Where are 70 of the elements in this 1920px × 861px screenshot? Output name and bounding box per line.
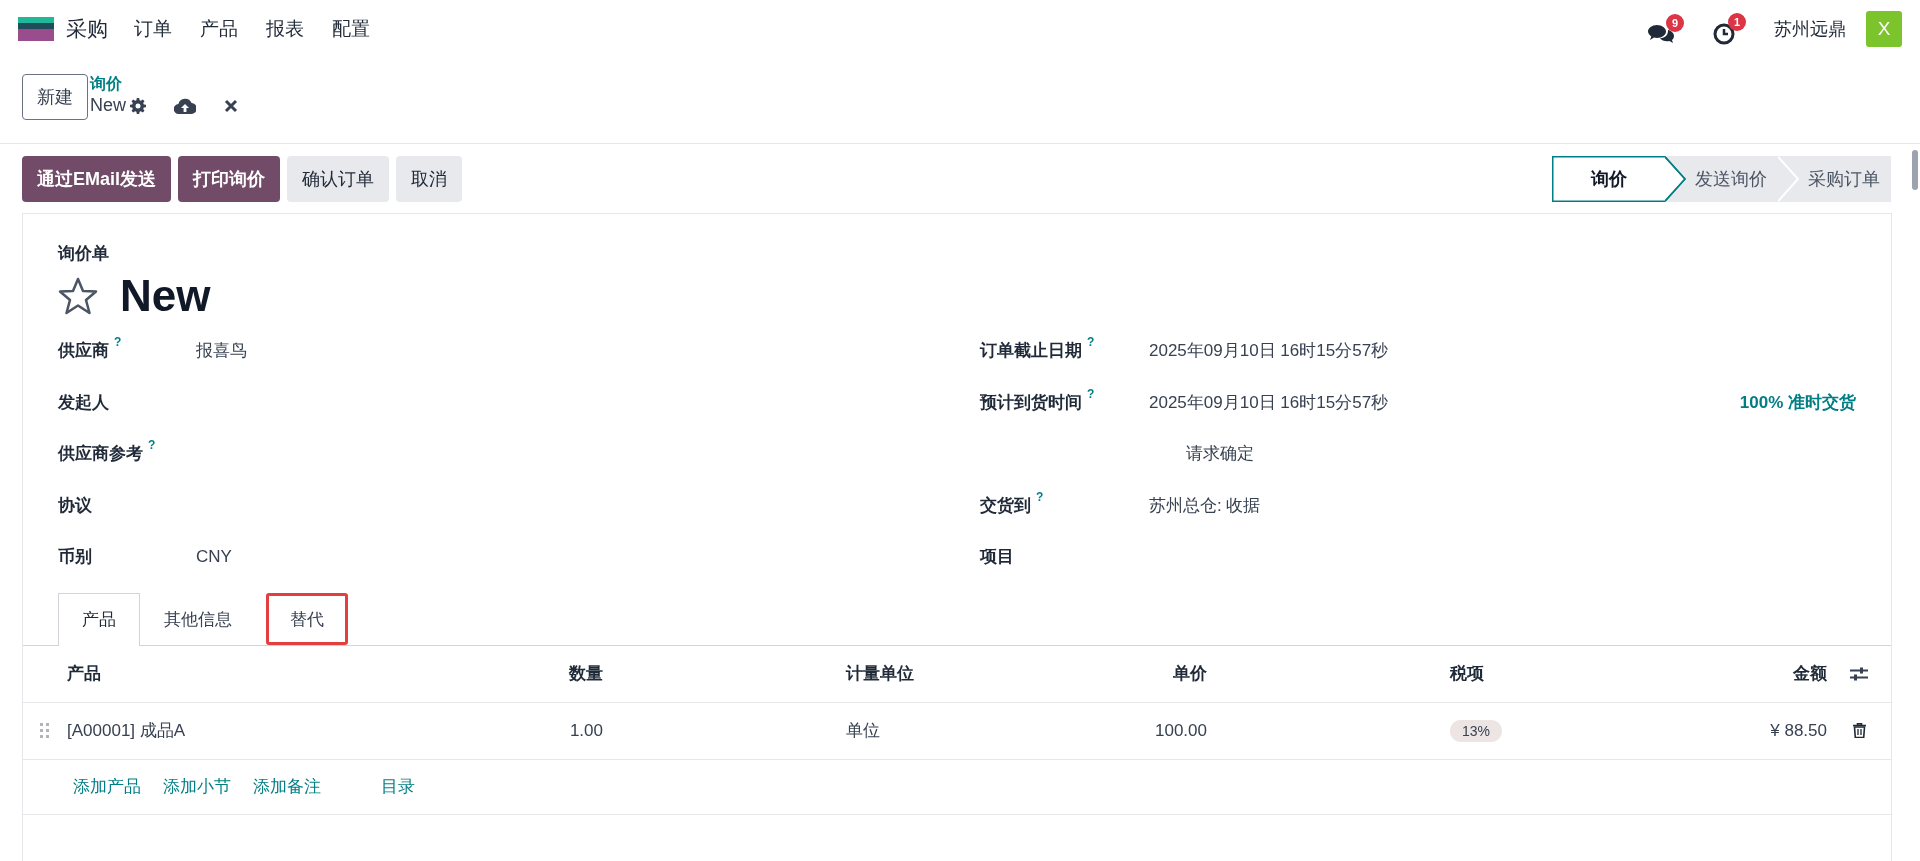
form-type-label: 询价单 [58, 244, 109, 263]
field-label: 协议 [58, 494, 92, 517]
notification-badge: 1 [1728, 12, 1746, 31]
tab[interactable]: 产品 [58, 592, 140, 646]
table-cell-text: 1.00 [568, 720, 603, 741]
company-name[interactable]: 苏州远鼎 [1774, 17, 1846, 41]
help-tooltip[interactable]: ? [1087, 386, 1095, 401]
notification-badge: 9 [1666, 13, 1684, 32]
help-tooltip[interactable]: ? [114, 335, 122, 350]
field-label: 订单截止日期 [980, 340, 1082, 363]
field-value[interactable]: 报喜鸟 [196, 339, 247, 363]
help-tooltip[interactable]: ? [148, 438, 156, 453]
table-cell-text: ¥ 88.50 [1769, 720, 1827, 741]
action-button[interactable]: 打印询价 [178, 156, 280, 202]
new-button[interactable]: 新建 [22, 74, 88, 120]
record-title: New [120, 271, 211, 321]
column-header[interactable]: 税项 [1450, 662, 1701, 685]
menu-item[interactable]: 报表 [266, 16, 304, 42]
action-button[interactable]: 通过EMail发送 [22, 156, 171, 202]
help-tooltip[interactable]: ? [1087, 335, 1095, 350]
table-cell-text: 100.00 [1154, 720, 1207, 741]
messages-button[interactable]: 9 [1648, 13, 1684, 45]
field-label: 项目 [980, 546, 1014, 569]
app-logo-icon[interactable] [18, 17, 54, 41]
field-value[interactable]: 2025年09月10日 16时15分57秒 [1149, 339, 1389, 363]
add-line-link[interactable]: 添加产品 [73, 775, 141, 798]
cloud-upload-icon[interactable] [174, 97, 196, 114]
record-name: New [90, 95, 126, 116]
field-value[interactable]: CNY [196, 546, 232, 567]
field-label: 交货到 [980, 494, 1031, 517]
field-label: 供应商参考 [58, 443, 143, 466]
field-value[interactable]: 2025年09月10日 16时15分57秒 [1149, 390, 1389, 414]
tab[interactable]: 替代 [266, 592, 348, 645]
breadcrumb-link[interactable]: 询价 [90, 74, 238, 95]
column-header[interactable]: 金额 [1701, 662, 1827, 685]
field-label: 发起人 [58, 391, 109, 414]
table-cell-text: 单位 [846, 720, 881, 742]
status-step[interactable]: 询价 [1552, 156, 1665, 202]
field-note: 请求确定 [1186, 443, 1254, 466]
tax-tag: 13% [1450, 719, 1503, 742]
add-line-link[interactable]: 添加小节 [163, 775, 231, 798]
action-button[interactable]: 确认订单 [287, 156, 389, 202]
trash-icon[interactable] [1852, 723, 1866, 738]
close-icon[interactable] [224, 98, 238, 113]
column-header[interactable]: 产品 [67, 662, 453, 685]
field-label: 币别 [58, 546, 92, 569]
add-line-link[interactable]: 添加备注 [253, 775, 321, 798]
add-line-link[interactable]: 目录 [381, 775, 415, 798]
on-time-rate-link[interactable]: 100% 准时交货 [1739, 390, 1856, 414]
column-header[interactable]: 单价 [1051, 662, 1207, 685]
column-settings-icon[interactable] [1850, 666, 1868, 681]
scrollbar-thumb[interactable] [1912, 150, 1918, 190]
field-label: 供应商 [58, 340, 109, 363]
settings-icon[interactable] [130, 97, 146, 114]
column-header[interactable]: 计量单位 [846, 662, 1051, 685]
app-name[interactable]: 采购 [66, 15, 108, 43]
table-cell-text: [A00001] 成品A [67, 720, 187, 742]
field-value[interactable]: 苏州总仓: 收据 [1149, 493, 1261, 517]
help-tooltip[interactable]: ? [1036, 489, 1044, 504]
menu-item[interactable]: 产品 [200, 16, 238, 42]
status-step[interactable]: 采购订单 [1778, 156, 1891, 202]
action-button[interactable]: 取消 [396, 156, 462, 202]
field-label: 预计到货时间 [980, 391, 1082, 414]
activities-button[interactable]: 1 [1712, 12, 1746, 46]
drag-handle-icon[interactable] [40, 722, 50, 739]
tab[interactable]: 其他信息 [140, 592, 256, 645]
menu-item[interactable]: 配置 [332, 16, 370, 42]
menu-item[interactable]: 订单 [134, 16, 172, 42]
column-header[interactable]: 数量 [453, 662, 603, 685]
star-icon[interactable] [58, 277, 98, 315]
